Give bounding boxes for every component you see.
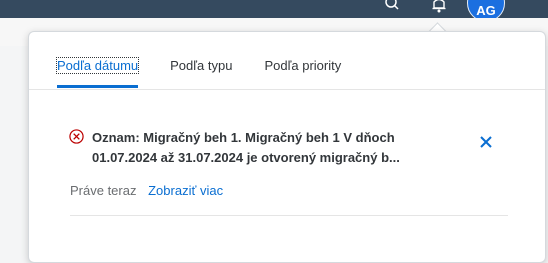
tab-bar: Podľa dátumu Podľa typu Podľa priority — [55, 57, 373, 88]
error-icon — [69, 129, 84, 144]
show-more-link[interactable]: Zobraziť viac — [148, 183, 223, 198]
tab-by-date[interactable]: Podľa dátumu — [55, 57, 140, 88]
notification-time: Práve teraz — [70, 183, 137, 198]
bell-icon[interactable] — [431, 0, 447, 14]
search-icon[interactable] — [384, 0, 400, 14]
tab-by-priority[interactable]: Podľa priority — [264, 58, 341, 88]
shell-bar: AG — [0, 0, 548, 22]
tab-by-date-label: Podľa dátumu — [55, 57, 140, 74]
tab-by-type[interactable]: Podľa typu — [170, 58, 232, 88]
tab-by-priority-label: Podľa priority — [264, 58, 342, 73]
item-divider — [70, 215, 508, 216]
tab-divider — [29, 89, 545, 90]
notifications-popover: Podľa dátumu Podľa typu Podľa priority O… — [28, 31, 546, 263]
notification-title-line2: 01.07.2024 až 31.07.2024 je otvorený mig… — [92, 150, 400, 165]
notification-meta: Práve teraz Zobraziť viac — [70, 183, 223, 198]
close-icon[interactable] — [478, 134, 494, 150]
tab-by-type-label: Podľa typu — [170, 58, 233, 73]
notification-title-line1: Oznam: Migračný beh 1. Migračný beh 1 V … — [92, 130, 395, 145]
